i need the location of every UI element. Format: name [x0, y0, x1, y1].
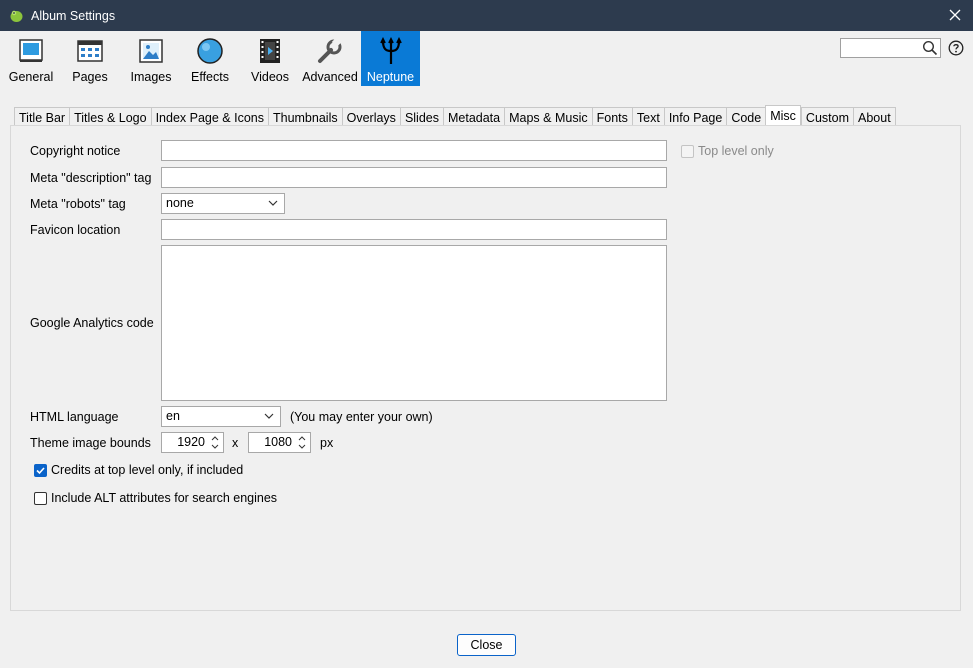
meta-description-label: Meta "description" tag — [30, 171, 152, 185]
top-level-only-checkbox[interactable] — [681, 145, 694, 158]
title-bar: Album Settings — [0, 0, 973, 31]
chevron-down-icon — [268, 200, 278, 206]
toolbar-label: Advanced — [302, 70, 358, 84]
favicon-input[interactable] — [161, 219, 667, 240]
meta-robots-value: none — [166, 196, 194, 210]
html-language-label: HTML language — [30, 410, 119, 424]
skin-tab-strip: Title Bar Titles & Logo Index Page & Ico… — [14, 105, 896, 126]
help-icon[interactable] — [948, 40, 964, 56]
toolbar-label: Neptune — [366, 70, 415, 84]
analytics-label: Google Analytics code — [30, 316, 154, 330]
app-logo-icon — [10, 10, 23, 22]
toolbar-videos-button[interactable]: Videos — [243, 31, 297, 86]
advanced-icon — [318, 37, 342, 63]
tab-info-page[interactable]: Info Page — [663, 107, 727, 126]
html-language-select[interactable]: en — [161, 406, 281, 427]
tab-thumbnails[interactable]: Thumbnails — [267, 107, 342, 126]
tab-titles-logo[interactable]: Titles & Logo — [69, 107, 151, 126]
meta-robots-label: Meta "robots" tag — [30, 197, 126, 211]
tab-overlays[interactable]: Overlays — [341, 107, 400, 126]
settings-search-box — [840, 38, 941, 58]
top-level-only-label: Top level only — [698, 144, 774, 158]
tab-metadata[interactable]: Metadata — [442, 107, 505, 126]
alt-attributes-label: Include ALT attributes for search engine… — [51, 491, 278, 505]
tab-about[interactable]: About — [853, 107, 896, 126]
credits-label: Credits at top level only, if included — [51, 463, 244, 477]
toolbar-label: Pages — [72, 70, 108, 84]
window-title: Album Settings — [31, 9, 116, 23]
toolbar-general-button[interactable]: General — [4, 31, 58, 86]
bounds-height-value: 1080 — [264, 435, 292, 449]
pages-icon — [77, 40, 103, 62]
general-icon — [19, 39, 43, 62]
toolbar-label: Videos — [251, 70, 289, 84]
tab-slides[interactable]: Slides — [399, 107, 443, 126]
copyright-label: Copyright notice — [30, 144, 121, 158]
tab-text[interactable]: Text — [631, 107, 664, 126]
credits-checkbox[interactable] — [34, 464, 47, 477]
toolbar-effects-button[interactable]: Effects — [183, 31, 237, 86]
effects-icon — [197, 38, 223, 64]
meta-robots-select[interactable]: none — [161, 193, 285, 214]
main-toolbar: General Pages Images Effects Videos Adva… — [0, 31, 973, 87]
tab-fonts[interactable]: Fonts — [591, 107, 632, 126]
alt-attributes-checkbox[interactable] — [34, 492, 47, 505]
html-language-hint: (You may enter your own) — [290, 410, 433, 424]
trident-icon — [379, 37, 402, 64]
tab-index-page-icons[interactable]: Index Page & Icons — [150, 107, 268, 126]
toolbar-label: General — [8, 70, 54, 84]
bounds-width-value: 1920 — [177, 435, 205, 449]
copyright-input[interactable] — [161, 140, 667, 161]
videos-icon — [260, 39, 280, 63]
search-icon[interactable] — [922, 40, 938, 56]
images-icon — [139, 39, 163, 63]
spinner-arrows-icon[interactable] — [295, 434, 309, 451]
tab-code[interactable]: Code — [726, 107, 766, 126]
bounds-separator: x — [232, 436, 239, 450]
toolbar-label: Images — [130, 70, 172, 84]
bounds-unit: px — [320, 436, 334, 450]
tab-misc[interactable]: Misc — [765, 105, 801, 126]
checkmark-icon — [36, 467, 45, 475]
meta-description-input[interactable] — [161, 167, 667, 188]
toolbar-label: Effects — [191, 70, 229, 84]
analytics-textarea[interactable] — [161, 245, 667, 401]
search-input[interactable] — [844, 40, 920, 56]
tab-custom[interactable]: Custom — [800, 107, 853, 126]
chevron-down-icon — [264, 413, 274, 419]
bounds-width-spinner[interactable]: 1920 — [161, 432, 224, 453]
bounds-height-spinner[interactable]: 1080 — [248, 432, 311, 453]
close-window-icon[interactable] — [946, 6, 964, 24]
toolbar-neptune-button[interactable]: Neptune — [361, 31, 420, 86]
toolbar-advanced-button[interactable]: Advanced — [300, 31, 360, 86]
close-button[interactable]: Close — [457, 634, 516, 656]
favicon-label: Favicon location — [30, 223, 121, 237]
toolbar-images-button[interactable]: Images — [124, 31, 178, 86]
spinner-arrows-icon[interactable] — [208, 434, 222, 451]
tab-title-bar[interactable]: Title Bar — [14, 107, 70, 126]
html-language-value: en — [166, 409, 180, 423]
toolbar-pages-button[interactable]: Pages — [64, 31, 116, 86]
theme-bounds-label: Theme image bounds — [30, 436, 151, 450]
tab-maps-music[interactable]: Maps & Music — [504, 107, 592, 126]
